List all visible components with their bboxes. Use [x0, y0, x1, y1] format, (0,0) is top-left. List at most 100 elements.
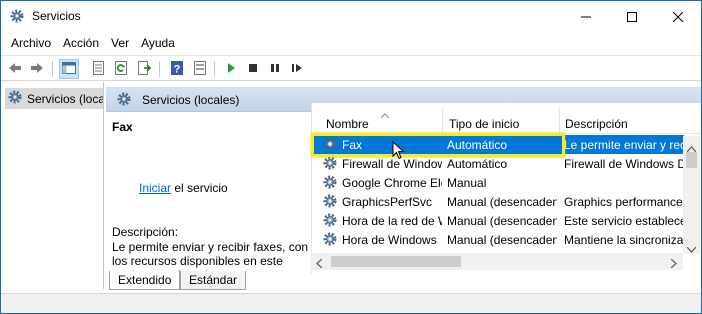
cell-description: Graphics performance monitor [564, 195, 684, 209]
vertical-scrollbar[interactable] [683, 136, 700, 254]
toolbar: ? [1, 55, 701, 81]
scroll-left-icon[interactable] [316, 257, 323, 271]
gear-icon [322, 155, 338, 174]
svg-text:?: ? [174, 63, 181, 75]
close-button[interactable] [655, 1, 701, 32]
console-tree: Servicios (locales) [1, 82, 104, 289]
start-service-line: Iniciar el servicio [139, 181, 228, 195]
pause-service-button[interactable] [265, 59, 285, 79]
view-tabs: Extendido Estándar [106, 271, 701, 291]
start-icon [223, 60, 239, 79]
refresh-button[interactable] [111, 59, 131, 79]
status-bar [1, 293, 701, 313]
view-icon [192, 60, 208, 79]
menu-ver[interactable]: Ver [105, 36, 135, 50]
properties-icon [90, 60, 106, 79]
restart-service-button[interactable] [287, 59, 307, 79]
toolbar-separator [159, 61, 160, 77]
maximize-icon [627, 11, 637, 22]
table-row[interactable]: Google Chrome Elevation Service Manual [312, 173, 684, 192]
console-tree-icon [61, 60, 77, 79]
column-separator[interactable] [442, 107, 443, 133]
cell-name: Hora de la red de Windows [342, 214, 442, 228]
table-row[interactable]: Fax Automático Le permite enviar y recib… [312, 135, 684, 154]
gear-icon [9, 8, 25, 24]
cell-description: Este servicio establece [564, 214, 684, 228]
table-row[interactable]: Hora de Windows Manual (desencadenar) Ma… [312, 230, 684, 249]
cell-start-type: Manual (desencadenar) [447, 233, 557, 247]
cell-start-type: Manual (desencadenar) [447, 195, 557, 209]
stop-service-button[interactable] [243, 59, 263, 79]
gear-icon [116, 91, 132, 110]
column-header-start-type[interactable]: Tipo de inicio [449, 117, 519, 131]
scroll-thumb[interactable] [686, 152, 697, 168]
help-icon: ? [169, 60, 185, 79]
cell-description: Firewall de Windows Defender [564, 157, 684, 171]
description-label: Descripción: [112, 225, 179, 239]
refresh-icon [113, 60, 129, 79]
forward-arrow-icon [29, 60, 45, 79]
cell-name: GraphicsPerfSvc [342, 195, 433, 209]
scroll-right-icon[interactable] [670, 257, 677, 271]
cell-start-type: Automático [447, 157, 508, 171]
pause-icon [267, 60, 283, 79]
back-arrow-icon [7, 60, 23, 79]
cell-name: Hora de Windows [342, 233, 437, 247]
cell-start-type: Manual (desencadenar) [447, 214, 557, 228]
properties-button[interactable] [88, 59, 108, 79]
tab-extendido[interactable]: Extendido [109, 271, 181, 290]
sort-ascending-icon [380, 107, 390, 121]
menu-bar: Archivo Acción Ver Ayuda [1, 32, 701, 54]
column-separator[interactable] [559, 107, 560, 133]
scroll-down-icon[interactable] [686, 242, 697, 256]
gear-icon [322, 193, 338, 212]
stop-icon [245, 60, 261, 79]
gear-icon [7, 89, 23, 108]
console-tree-button[interactable] [59, 59, 79, 79]
services-window: Servicios Archivo Acción Ver Ayuda ? Ser… [0, 0, 702, 314]
menu-ayuda[interactable]: Ayuda [135, 36, 181, 50]
services-list: Nombre Tipo de inicio Descripción Fax Au… [311, 103, 701, 274]
title-bar[interactable]: Servicios [1, 1, 701, 32]
table-row[interactable]: GraphicsPerfSvc Manual (desencadenar) Gr… [312, 192, 684, 211]
menu-accion[interactable]: Acción [57, 36, 105, 50]
cell-name: Google Chrome Elevation Service [342, 176, 442, 190]
mouse-pointer-icon [392, 140, 405, 163]
cell-start-type: Manual [447, 176, 487, 190]
toolbar-separator [214, 61, 215, 77]
selected-service-name: Fax [112, 120, 133, 134]
column-header-description[interactable]: Descripción [565, 117, 628, 131]
export-list-icon [136, 60, 152, 79]
cell-description: Le permite enviar y recibir faxes [564, 138, 684, 152]
cell-description: Mantiene la sincronización [564, 233, 684, 247]
start-service-suffix: el servicio [171, 181, 228, 195]
tree-item-services-local[interactable]: Servicios (locales) [5, 88, 103, 109]
table-row[interactable]: Firewall de Windows Automático Firewall … [312, 154, 684, 173]
restart-icon [289, 60, 305, 79]
start-service-button[interactable] [221, 59, 241, 79]
cell-start-type: Automático [447, 138, 508, 152]
services-panel: Servicios (locales) Fax Iniciar el servi… [106, 82, 701, 289]
horizontal-scrollbar[interactable] [311, 253, 683, 270]
tab-estandar[interactable]: Estándar [180, 271, 247, 290]
service-description-pane: Fax Iniciar el servicio Descripción: Le … [106, 112, 311, 282]
table-row[interactable]: Hora de la red de Windows Manual (desenc… [312, 211, 684, 230]
panel-title: Servicios (locales) [142, 93, 240, 107]
minimize-icon [581, 12, 591, 22]
tree-item-label: Servicios (locales) [27, 91, 103, 106]
minimize-button[interactable] [563, 1, 609, 32]
menu-archivo[interactable]: Archivo [5, 36, 57, 50]
gear-icon [322, 136, 338, 155]
list-rows: Fax Automático Le permite enviar y recib… [312, 135, 684, 255]
window-title: Servicios [32, 9, 81, 23]
view-button[interactable] [190, 59, 210, 79]
forward-button[interactable] [27, 59, 47, 79]
export-list-button[interactable] [134, 59, 154, 79]
column-header-name[interactable]: Nombre [326, 117, 369, 131]
start-service-link[interactable]: Iniciar [139, 181, 171, 195]
toolbar-separator [52, 61, 53, 77]
scroll-thumb[interactable] [331, 256, 461, 267]
help-button[interactable]: ? [167, 59, 187, 79]
maximize-button[interactable] [609, 1, 655, 32]
back-button[interactable] [5, 59, 25, 79]
